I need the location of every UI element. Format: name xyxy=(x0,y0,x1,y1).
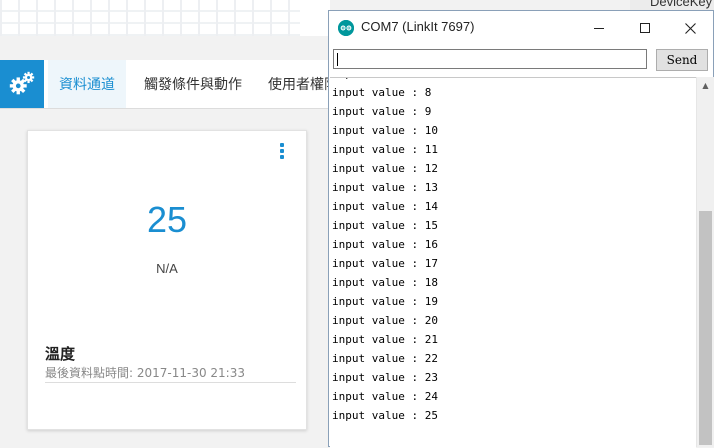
divider xyxy=(45,382,296,383)
tab-data-channels[interactable]: 資料通道 xyxy=(48,60,126,108)
arduino-icon xyxy=(338,20,354,36)
window-title: COM7 (LinkIt 7697) xyxy=(361,19,475,34)
tab-bar: 資料通道 觸發條件與動作 使用者權限 xyxy=(0,60,338,109)
channel-title: 溫度 xyxy=(45,345,76,363)
tab-triggers-actions[interactable]: 觸發條件與動作 xyxy=(144,60,242,108)
device-key-label: DeviceKey xyxy=(650,0,713,9)
last-update-time: 最後資料點時間: 2017-11-30 21:33 xyxy=(45,366,245,380)
banner-pattern xyxy=(0,0,300,36)
title-bar[interactable]: COM7 (LinkIt 7697) xyxy=(329,11,713,45)
output-line: input value : 14 xyxy=(332,200,438,213)
data-channel-card: 25 N/A 溫度 最後資料點時間: 2017-11-30 21:33 xyxy=(27,130,307,430)
scroll-up-icon[interactable]: ▲ xyxy=(697,77,714,94)
output-line: input value : 9 xyxy=(332,105,432,118)
serial-monitor-window: COM7 (LinkIt 7697) Send input value : 7i… xyxy=(328,10,714,448)
maximize-icon xyxy=(640,23,650,33)
settings-button[interactable] xyxy=(0,60,44,108)
header-banner xyxy=(0,0,330,36)
output-line: input value : 24 xyxy=(332,390,438,403)
output-line: input value : 17 xyxy=(332,257,438,270)
output-line: input value : 25 xyxy=(332,409,438,422)
output-line: input value : 12 xyxy=(332,162,438,175)
output-line: input value : 21 xyxy=(332,333,438,346)
output-line: input value : 23 xyxy=(332,371,438,384)
channel-value: 25 xyxy=(146,199,188,240)
serial-input[interactable] xyxy=(333,49,647,69)
scroll-thumb[interactable] xyxy=(699,211,712,445)
output-line: input value : 15 xyxy=(332,219,438,232)
output-line: input value : 10 xyxy=(332,124,438,137)
gears-icon xyxy=(9,71,35,95)
vertical-scrollbar[interactable]: ▲ xyxy=(696,77,714,447)
close-icon xyxy=(684,22,696,34)
minimize-button[interactable] xyxy=(576,11,622,45)
more-options-icon[interactable] xyxy=(278,143,286,163)
minimize-icon xyxy=(594,28,604,29)
close-button[interactable] xyxy=(667,11,713,45)
output-line: input value : 18 xyxy=(332,276,438,289)
output-line: input value : 11 xyxy=(332,143,438,156)
output-line: input value : 22 xyxy=(332,352,438,365)
output-line: input value : 13 xyxy=(332,181,438,194)
serial-output[interactable]: input value : 7input value : 8input valu… xyxy=(330,77,696,448)
output-line: input value : 8 xyxy=(332,86,432,99)
output-lines: input value : 7input value : 8input valu… xyxy=(332,78,438,425)
output-line: input value : 16 xyxy=(332,238,438,251)
send-row: Send xyxy=(329,47,713,73)
channel-unit: N/A xyxy=(156,261,178,276)
output-line: input value : 20 xyxy=(332,314,438,327)
send-button[interactable]: Send xyxy=(656,49,708,71)
maximize-button[interactable] xyxy=(622,11,668,45)
text-caret xyxy=(337,53,338,66)
output-line: input value : 19 xyxy=(332,295,438,308)
